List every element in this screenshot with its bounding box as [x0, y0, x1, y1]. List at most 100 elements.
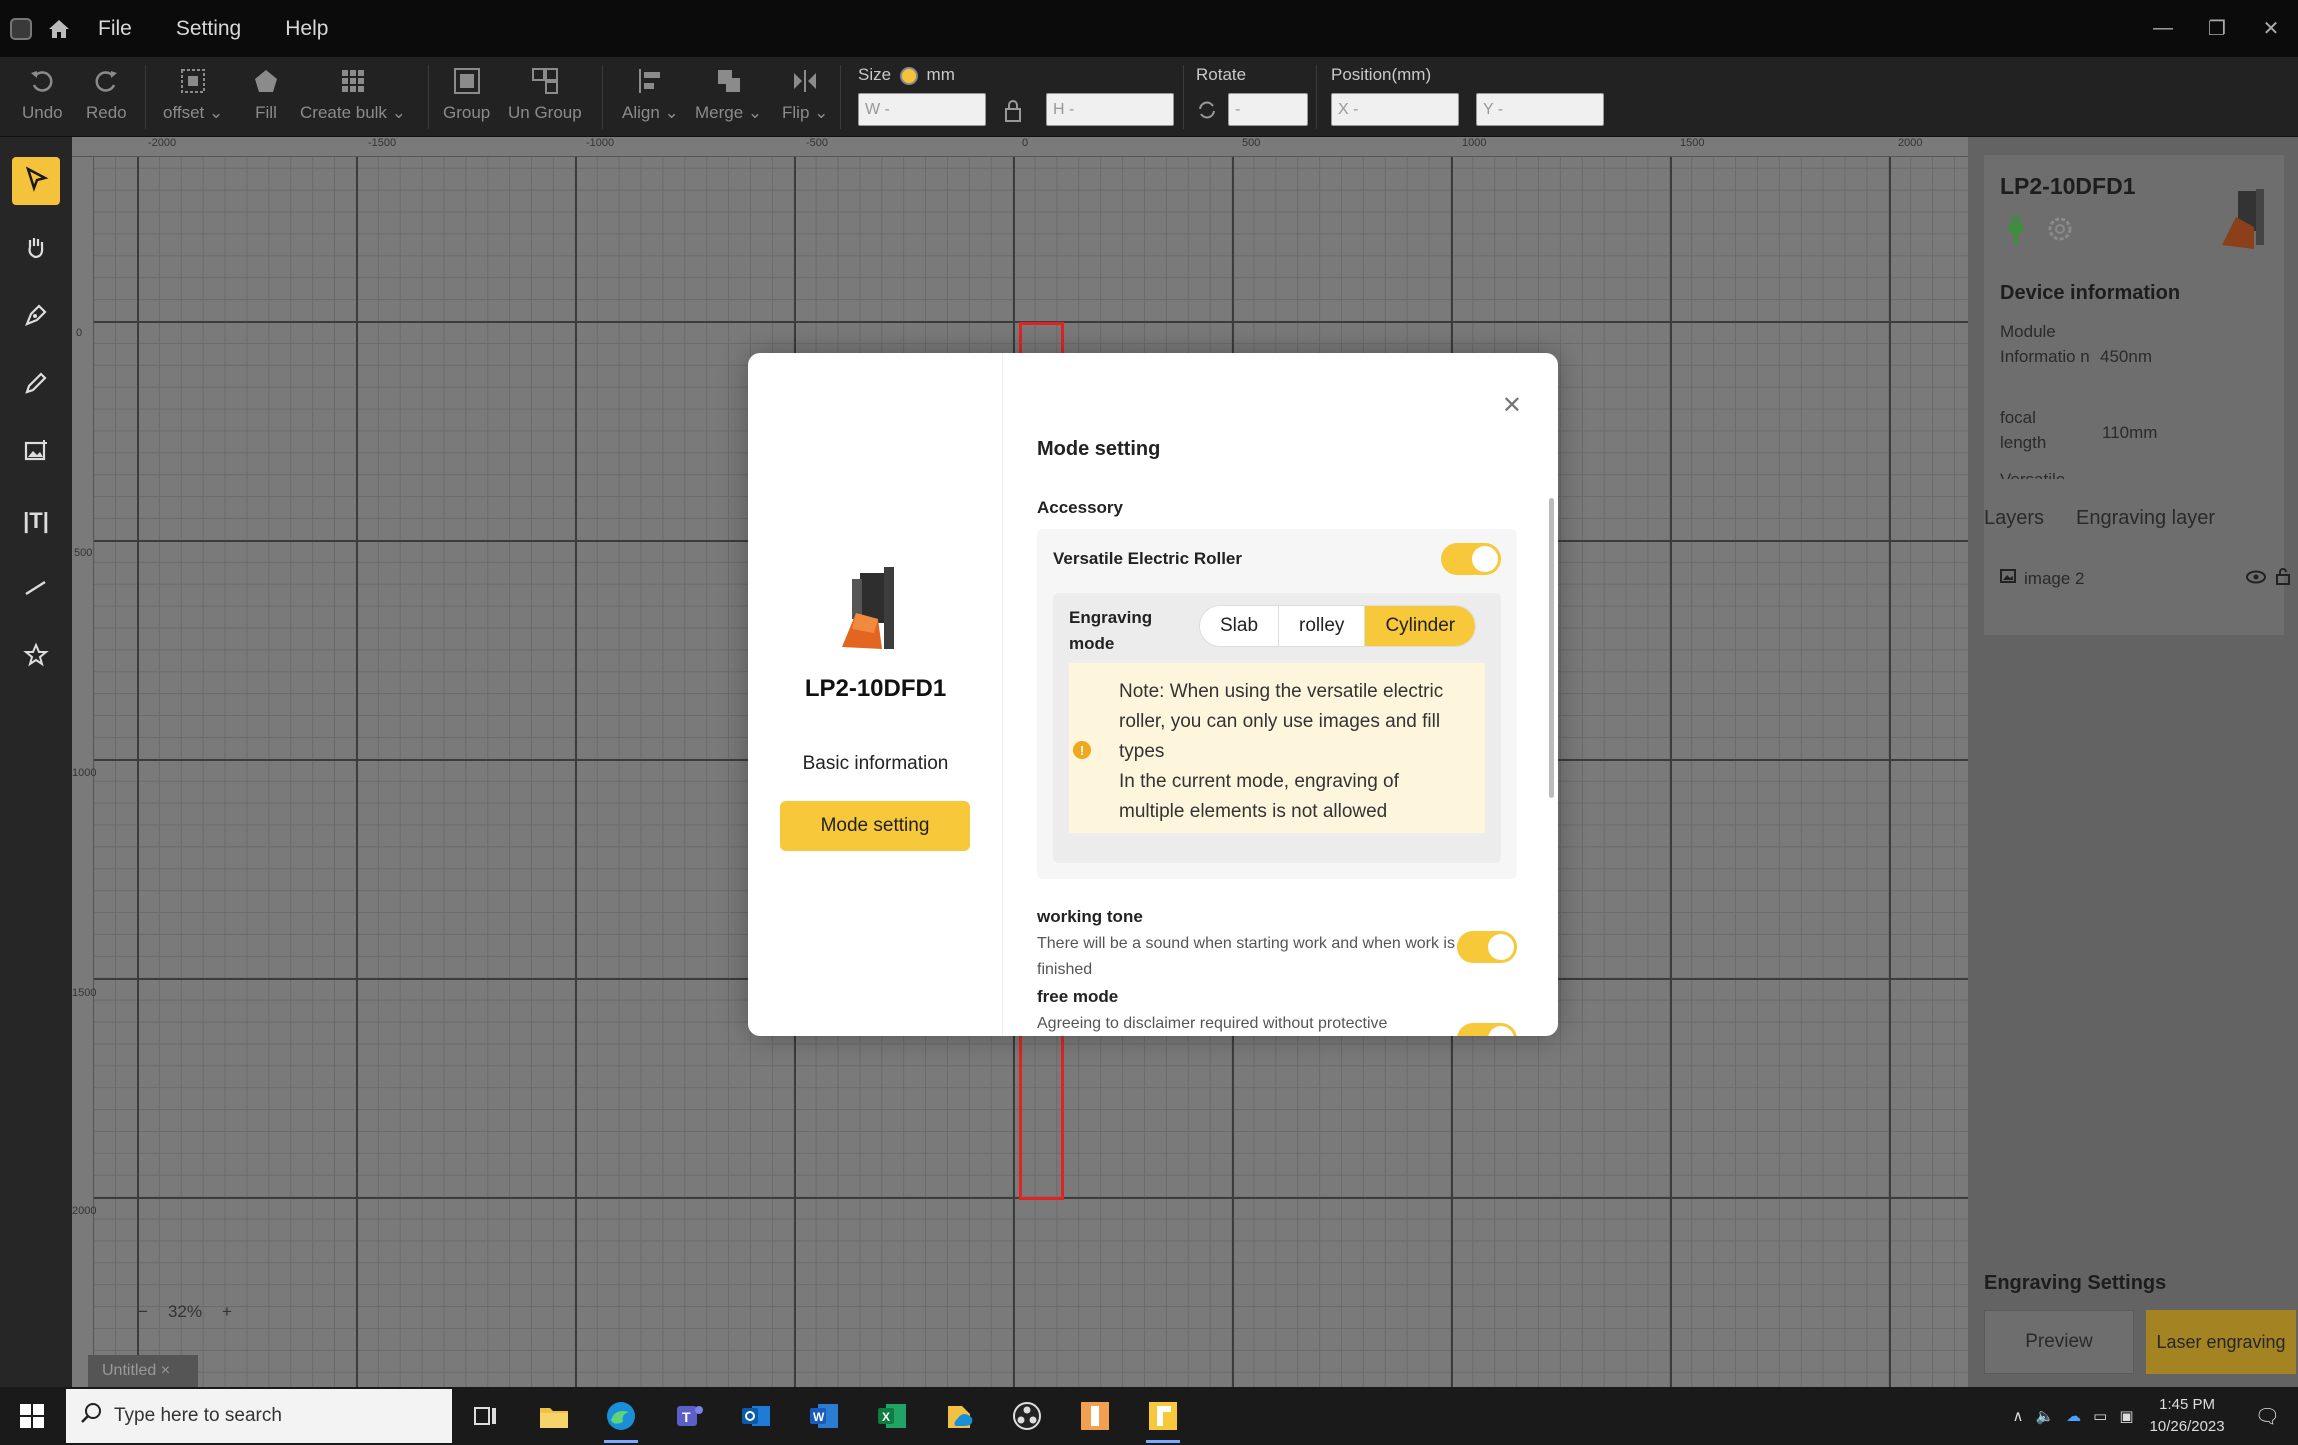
taskbar-search[interactable]: Type here to search — [66, 1389, 452, 1443]
module-value: 450nm — [2100, 347, 2152, 366]
select-tool[interactable] — [12, 157, 60, 205]
onedrive-icon[interactable]: ☁ — [2066, 1407, 2081, 1425]
hand-tool[interactable] — [12, 225, 60, 273]
close-dialog-icon[interactable]: ✕ — [1502, 391, 1522, 420]
dialog-scrollbar[interactable] — [1549, 498, 1554, 798]
layer-lock-icon[interactable] — [2276, 567, 2290, 590]
flip-button[interactable]: Flip ⌄ — [782, 65, 828, 123]
laser-app-icon[interactable] — [1074, 1395, 1116, 1437]
menu-file[interactable]: File — [98, 17, 132, 41]
rotate-input[interactable]: - — [1228, 93, 1308, 126]
merge-button[interactable]: Merge ⌄ — [695, 65, 762, 123]
excel-icon[interactable]: X — [871, 1395, 913, 1437]
network-icon[interactable]: ▣ — [2119, 1407, 2133, 1425]
onedrive-folder-icon[interactable] — [939, 1395, 981, 1437]
home-icon[interactable] — [44, 14, 74, 44]
merge-icon — [713, 65, 745, 97]
text-tool[interactable]: |T| — [12, 497, 60, 545]
y-input[interactable]: Y - — [1476, 93, 1604, 126]
redo-button[interactable]: Redo — [86, 65, 127, 123]
redo-icon — [90, 65, 122, 97]
width-input[interactable]: W - — [858, 93, 986, 126]
rotate-label: Rotate — [1196, 65, 1247, 84]
image-tool[interactable] — [12, 429, 60, 477]
working-tone-toggle[interactable] — [1457, 931, 1517, 963]
ungroup-button[interactable]: Un Group — [508, 65, 582, 123]
x-input[interactable]: X - — [1331, 93, 1459, 126]
menu-setting[interactable]: Setting — [176, 17, 241, 41]
toolbar: Undo Redo offset ⌄ Fill Create bulk ⌄ Gr… — [0, 57, 2298, 137]
focal-value: 110mm — [2102, 423, 2158, 442]
shape-tool[interactable] — [12, 633, 60, 681]
align-button[interactable]: Align ⌄ — [622, 65, 679, 123]
zoom-out-button[interactable]: − — [138, 1302, 148, 1322]
working-tone-desc: There will be a sound when starting work… — [1037, 935, 1455, 978]
group-icon — [451, 65, 483, 97]
line-tool[interactable] — [12, 565, 60, 613]
document-tab[interactable]: Untitled × — [88, 1355, 198, 1387]
line-icon — [23, 574, 49, 605]
app-logo-icon — [10, 17, 32, 40]
clock[interactable]: 1:45 PM 10/26/2023 — [2150, 1394, 2225, 1438]
volume-icon[interactable]: 🔈 — [2035, 1407, 2054, 1425]
roller-label: Versatile Electric Roller — [1053, 549, 1242, 568]
windows-icon — [20, 1404, 44, 1428]
undo-button[interactable]: Undo — [22, 65, 63, 123]
start-button[interactable] — [0, 1387, 64, 1445]
outlook-icon[interactable] — [735, 1395, 777, 1437]
tab-engraving-layer[interactable]: Engraving layer — [2076, 499, 2215, 544]
teams-icon[interactable]: T — [668, 1395, 710, 1437]
text-icon: |T| — [23, 508, 49, 533]
preview-button[interactable]: Preview — [1984, 1310, 2134, 1374]
restore-button[interactable]: ❐ — [2190, 0, 2244, 57]
note-box: Note: When using the versatile electric … — [1069, 663, 1485, 833]
module-label: Module Informatio n — [2000, 322, 2090, 366]
visibility-eye-icon[interactable] — [2246, 569, 2266, 589]
offset-button[interactable]: offset ⌄ — [163, 65, 223, 123]
flip-icon — [789, 65, 821, 97]
edge-browser-icon[interactable] — [600, 1395, 642, 1443]
mode-rolley[interactable]: rolley — [1279, 606, 1366, 646]
roller-toggle[interactable] — [1441, 543, 1501, 575]
notification-icon[interactable]: 🗨 — [2255, 1404, 2280, 1429]
device-settings-icon[interactable] — [2046, 215, 2074, 248]
layer-item[interactable]: image 2 — [2000, 567, 2290, 590]
mode-setting-nav[interactable]: Mode setting — [780, 801, 970, 851]
task-view-icon[interactable] — [465, 1395, 507, 1437]
close-window-button[interactable]: ✕ — [2244, 0, 2298, 57]
note-line-2: In the current mode, engraving of multip… — [1119, 771, 1399, 822]
engraving-mode-label: Engraving mode — [1069, 608, 1153, 653]
zoom-in-button[interactable]: + — [222, 1302, 232, 1322]
battery-icon[interactable]: ▭ — [2093, 1407, 2107, 1425]
height-input[interactable]: H - — [1046, 93, 1174, 126]
word-icon[interactable]: W — [803, 1395, 845, 1437]
tab-layers[interactable]: Layers — [1984, 499, 2044, 544]
system-tray: ∧ 🔈 ☁ ▭ ▣ 1:45 PM 10/26/2023 🗨 — [2012, 1387, 2298, 1445]
pen-tool[interactable] — [12, 293, 60, 341]
pencil-tool[interactable] — [12, 361, 60, 409]
close-tab-icon[interactable]: × — [161, 1362, 170, 1380]
minimize-button[interactable]: — — [2136, 0, 2190, 57]
mode-slab[interactable]: Slab — [1200, 606, 1280, 646]
menu-help[interactable]: Help — [285, 17, 328, 41]
show-hidden-icons[interactable]: ∧ — [2012, 1407, 2023, 1425]
basic-information-nav[interactable]: Basic information — [748, 753, 1003, 775]
svg-text:T: T — [682, 1409, 691, 1425]
laser-app-active-icon[interactable] — [1142, 1395, 1184, 1443]
undo-icon — [26, 65, 58, 97]
free-mode-toggle[interactable] — [1457, 1023, 1517, 1036]
accessory-box: Versatile Electric Roller Engraving mode… — [1037, 529, 1517, 879]
laser-engraving-button[interactable]: Laser engraving — [2146, 1310, 2296, 1374]
group-button[interactable]: Group — [443, 65, 490, 123]
lock-icon[interactable] — [1003, 99, 1023, 128]
create-bulk-button[interactable]: Create bulk ⌄ — [300, 65, 406, 123]
mode-cylinder[interactable]: Cylinder — [1365, 606, 1476, 646]
position-label: Position(mm) — [1331, 65, 1432, 84]
fill-button[interactable]: Fill — [250, 65, 282, 123]
dialog-heading: Mode setting — [1037, 438, 1161, 460]
engraving-mode-selector: Slab rolley Cylinder — [1199, 605, 1477, 647]
file-explorer-icon[interactable] — [533, 1395, 575, 1437]
obs-icon[interactable] — [1006, 1395, 1048, 1437]
window-controls: — ❐ ✕ — [2136, 0, 2298, 57]
unit-toggle[interactable] — [899, 66, 918, 85]
